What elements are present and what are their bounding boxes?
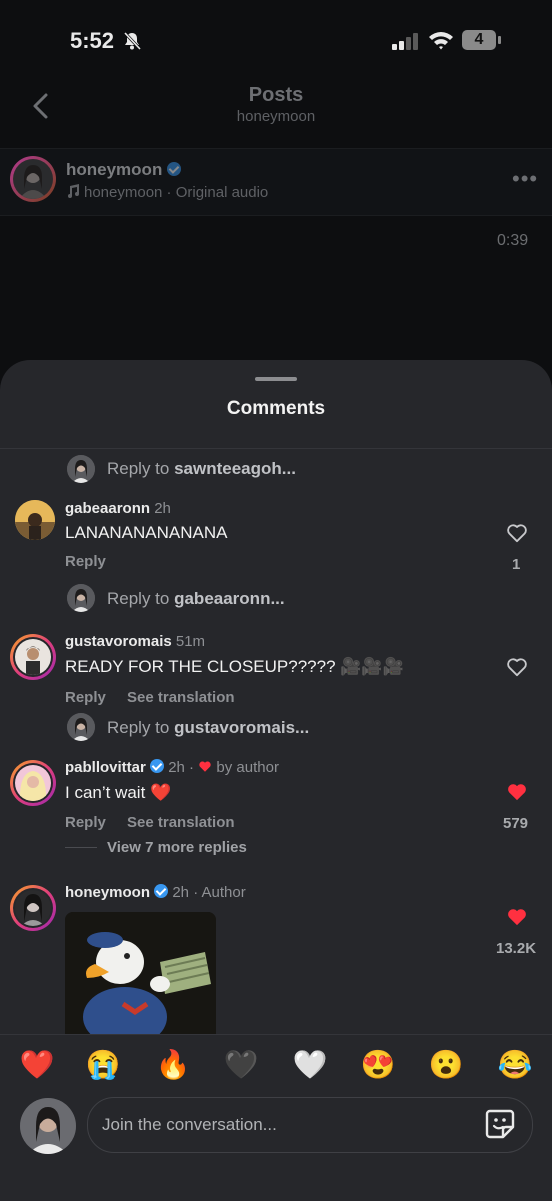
comment-time: 2h · Author <box>172 884 246 901</box>
by-author-label: by author <box>216 759 279 776</box>
avatar-story-ring[interactable] <box>10 885 56 931</box>
status-time: 5:52 <box>70 28 115 53</box>
reaction-surprised[interactable]: 😮 <box>426 1048 466 1081</box>
cellular-signal-icon <box>392 33 418 50</box>
sheet-divider <box>0 448 552 449</box>
page-title: Posts <box>248 84 304 106</box>
reaction-heart[interactable]: ❤️ <box>17 1048 57 1081</box>
comment-username-text: gustavoromais <box>65 633 172 650</box>
post-audio-label: honeymoon · Original audio <box>84 184 269 201</box>
reaction-laughing[interactable]: 😂 <box>495 1048 535 1081</box>
reply-target: gabeaaronn... <box>174 589 285 608</box>
reply-prefix: Reply to <box>107 589 175 608</box>
my-avatar-small <box>67 713 95 741</box>
heart-filled-icon[interactable] <box>506 782 528 802</box>
reply-button[interactable]: Reply <box>65 689 106 706</box>
comment-text: I can’t wait ❤️ <box>65 783 172 802</box>
reaction-black-heart[interactable]: 🖤 <box>221 1048 261 1081</box>
reply-prefix: Reply to <box>107 459 175 478</box>
video-duration: 0:39 <box>497 232 529 249</box>
reply-to-link[interactable]: Reply to sawnteeagoh... <box>107 459 296 479</box>
reaction-crying[interactable]: 😭 <box>83 1048 123 1081</box>
comment-text: READY FOR THE CLOSEUP????? 🎥🎥🎥 <box>65 657 404 676</box>
reply-to-link[interactable]: Reply to gabeaaronn... <box>107 589 285 609</box>
post-username-text: honeymoon <box>66 160 163 179</box>
comment-username-text: pabllovittar <box>65 759 146 776</box>
reply-to-link[interactable]: Reply to gustavoromais... <box>107 718 309 738</box>
page-subtitle: honeymoon <box>236 108 316 125</box>
like-count: 1 <box>512 556 521 573</box>
reaction-heart-eyes[interactable]: 😍 <box>358 1048 398 1081</box>
wifi-icon <box>429 32 453 50</box>
verified-badge-icon <box>167 162 182 176</box>
avatar[interactable] <box>15 500 55 540</box>
heart-filled-icon <box>199 761 211 772</box>
verified-badge-icon <box>150 759 165 773</box>
see-translation-button[interactable]: See translation <box>127 814 235 831</box>
post-username[interactable]: honeymoon <box>66 160 182 180</box>
comment-input-placeholder: Join the conversation... <box>102 1115 277 1134</box>
view-more-replies-button[interactable]: View 7 more replies <box>107 839 247 856</box>
replies-line <box>65 847 97 848</box>
comment-username-text: gabeaaronn <box>65 500 151 517</box>
comment-username[interactable]: honeymoon 2h · Author <box>65 884 246 901</box>
my-avatar[interactable] <box>20 1098 76 1154</box>
sheet-title: Comments <box>226 398 326 419</box>
gif-donald-duck-money[interactable] <box>65 912 216 1037</box>
see-translation-button[interactable]: See translation <box>127 689 235 706</box>
battery-tip <box>498 36 501 44</box>
sheet-grabber[interactable] <box>255 377 297 381</box>
comment-username-text: honeymoon <box>65 884 150 901</box>
avatar-story-ring[interactable] <box>10 634 56 680</box>
comment-text: LANANANANANANA <box>65 523 228 542</box>
verified-badge-icon <box>154 884 169 898</box>
my-avatar-small <box>67 584 95 612</box>
heart-filled-icon[interactable] <box>506 907 528 927</box>
comment-username[interactable]: gustavoromais 51m <box>65 633 205 650</box>
post-author-bar <box>0 148 552 216</box>
post-audio[interactable]: honeymoon · Original audio <box>66 184 268 201</box>
comment-username[interactable]: pabllovittar 2h · by author <box>65 759 279 776</box>
reply-target: sawnteeagoh... <box>174 459 296 478</box>
comment-time: 2h · <box>168 759 195 776</box>
avatar-story-ring[interactable] <box>10 760 56 806</box>
like-count: 13.2K <box>496 940 537 957</box>
battery-indicator: 4 <box>462 30 496 50</box>
bell-slash-icon <box>123 31 142 51</box>
reaction-fire[interactable]: 🔥 <box>153 1048 193 1081</box>
comment-username[interactable]: gabeaaronn 2h <box>65 500 171 517</box>
my-avatar-small <box>67 455 95 483</box>
like-count: 579 <box>503 815 529 832</box>
reply-button[interactable]: Reply <box>65 814 106 831</box>
reply-prefix: Reply to <box>107 718 175 737</box>
heart-outline-icon[interactable] <box>506 657 528 677</box>
reply-target: gustavoromais... <box>174 718 310 737</box>
reaction-white-heart[interactable]: 🤍 <box>290 1048 330 1081</box>
more-options-icon[interactable]: ••• <box>512 166 538 192</box>
music-note-icon <box>68 184 79 198</box>
comment-time: 2h <box>154 500 171 517</box>
heart-outline-icon[interactable] <box>506 523 528 543</box>
comment-time: 51m <box>175 633 206 650</box>
sticker-icon[interactable] <box>484 1108 516 1140</box>
post-author-avatar[interactable] <box>10 156 56 202</box>
reply-button[interactable]: Reply <box>65 553 106 570</box>
